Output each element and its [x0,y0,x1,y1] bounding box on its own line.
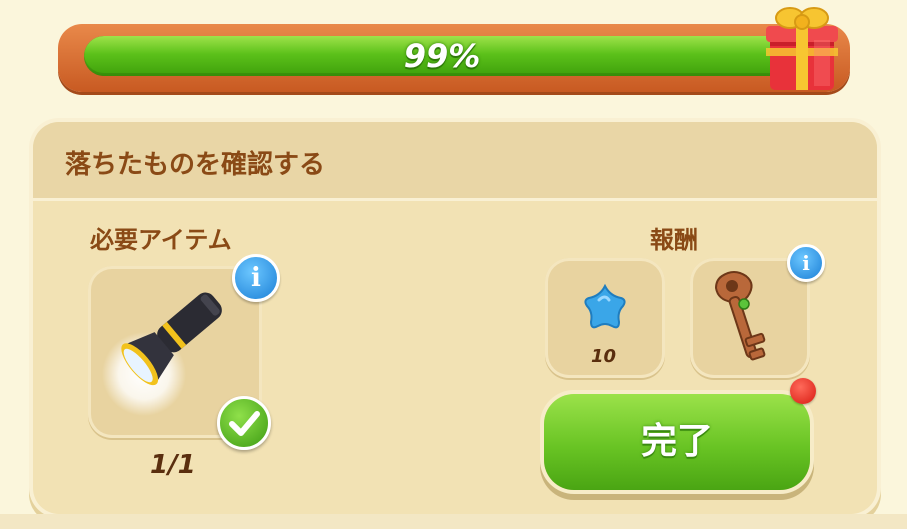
progress-percent: 99% [403,37,481,75]
blue-star-icon [584,283,626,329]
required-item-count: 1/1 [150,450,196,480]
required-item-info-icon[interactable]: i [232,254,280,302]
rewards-label: 報酬 [650,226,698,254]
gift-box-icon[interactable] [762,0,842,96]
required-items-label: 必要アイテム [90,226,232,254]
progress-track: 99% [84,36,800,76]
progress-bar-frame: 99% [58,24,850,92]
reward-slot-star[interactable]: 10 [545,258,665,378]
bottom-band [0,514,907,529]
check-icon [217,396,271,450]
complete-button[interactable]: 完了 [544,394,810,490]
panel-header: 落ちたものを確認する [33,122,877,201]
star-reward-count: 10 [591,346,617,367]
complete-button-label: 完了 [640,421,713,462]
panel-title: 落ちたものを確認する [65,150,326,180]
notification-dot [790,378,816,404]
antique-key-icon [714,271,766,361]
reward-key-info-icon[interactable]: i [787,244,825,282]
